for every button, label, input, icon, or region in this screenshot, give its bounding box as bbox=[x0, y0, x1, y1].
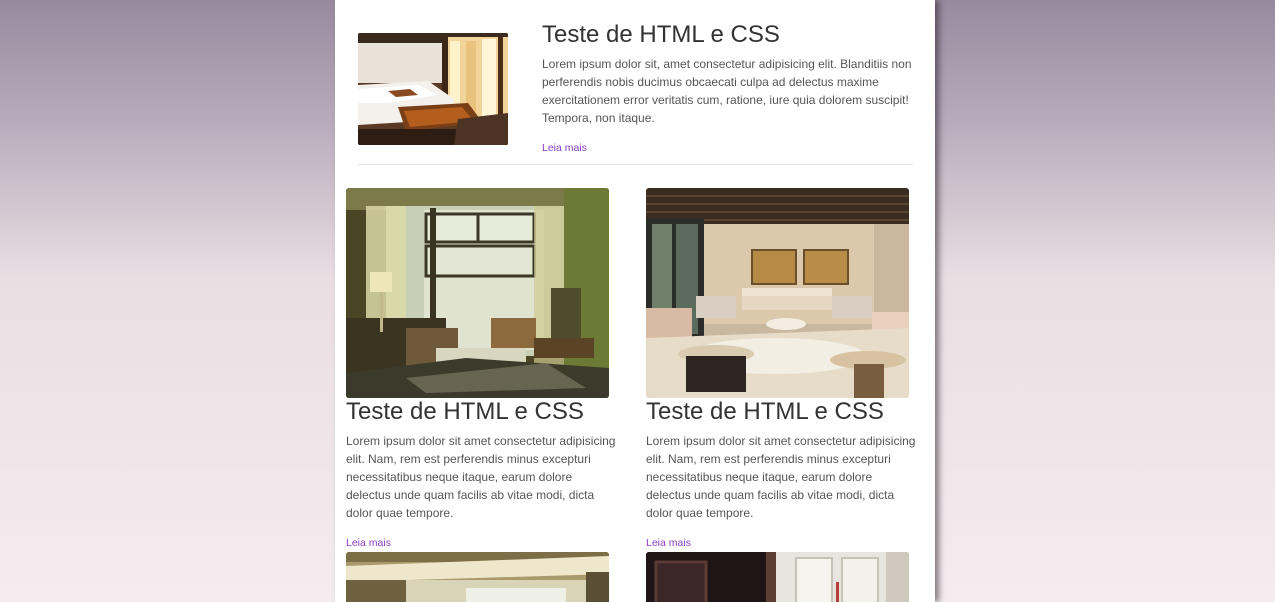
card-text: Lorem ipsum dolor sit amet consectetur a… bbox=[346, 434, 616, 520]
divider bbox=[358, 164, 913, 165]
card-read-more-link[interactable]: Leia mais bbox=[346, 537, 391, 549]
featured-image[interactable] bbox=[358, 33, 508, 145]
card-image[interactable] bbox=[646, 188, 909, 398]
featured-read-more-link[interactable]: Leia mais bbox=[542, 142, 587, 154]
content-column: Teste de HTML e CSS Lorem ipsum dolor si… bbox=[335, 0, 935, 602]
card-image[interactable] bbox=[346, 552, 609, 602]
card-text: Lorem ipsum dolor sit amet consectetur a… bbox=[646, 434, 916, 520]
card-title: Teste de HTML e CSS bbox=[646, 398, 884, 425]
card-title: Teste de HTML e CSS bbox=[346, 398, 584, 425]
card-image[interactable] bbox=[646, 552, 909, 602]
featured-title: Teste de HTML e CSS bbox=[542, 21, 780, 48]
card-image[interactable] bbox=[346, 188, 609, 398]
card-read-more-link[interactable]: Leia mais bbox=[646, 537, 691, 549]
featured-text: Lorem ipsum dolor sit, amet consectetur … bbox=[542, 57, 912, 125]
